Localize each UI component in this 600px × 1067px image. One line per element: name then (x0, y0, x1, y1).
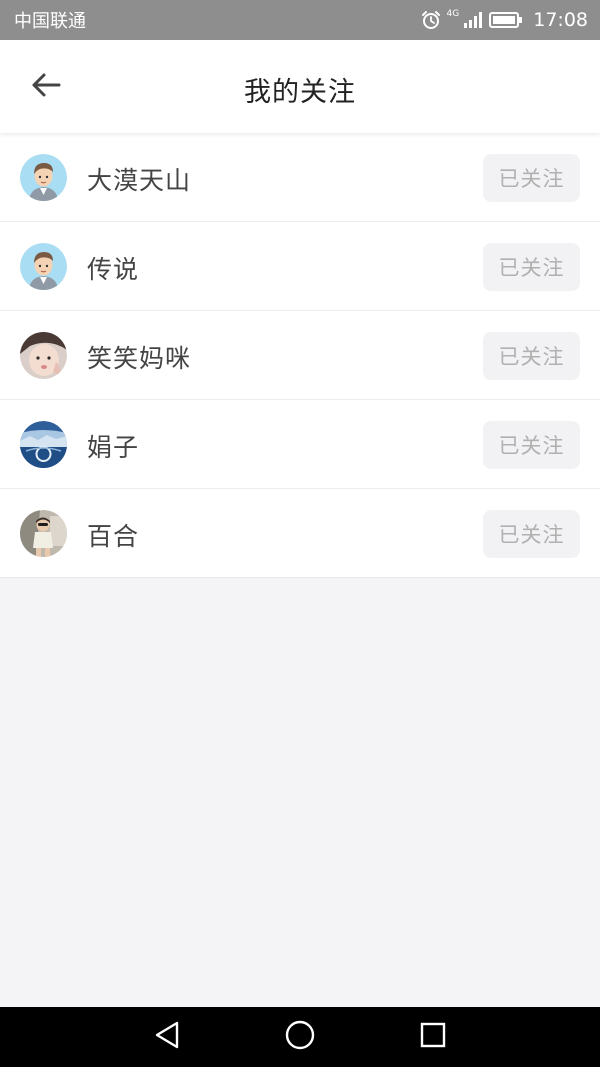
nav-recents-button[interactable] (416, 1021, 450, 1053)
signal-icon (463, 11, 483, 29)
user-name: 百合 (87, 522, 140, 551)
nav-home-button[interactable] (283, 1019, 317, 1055)
list-item[interactable]: 百合 已关注 (0, 489, 600, 578)
following-list: 大漠天山 已关注 传说 已关注 笑笑妈咪 已关注 娟子 已关注 百合 已关注 (0, 133, 600, 578)
clock: 17:08 (533, 9, 588, 31)
status-icons: 4G 17:08 (421, 9, 588, 31)
network-label: 4G (446, 9, 460, 19)
user-name: 娟子 (87, 433, 140, 462)
alarm-icon (421, 10, 441, 30)
child-photo-avatar[interactable] (20, 510, 67, 557)
status-bar: 中国联通 4G 17:08 (0, 0, 600, 40)
cartoon-man-avatar[interactable] (20, 243, 67, 290)
list-item[interactable]: 传说 已关注 (0, 222, 600, 311)
landscape-photo-avatar[interactable] (20, 421, 67, 468)
nav-back-button[interactable] (150, 1021, 184, 1053)
navigation-bar (0, 1007, 600, 1067)
following-button[interactable]: 已关注 (483, 243, 580, 291)
list-item[interactable]: 大漠天山 已关注 (0, 133, 600, 222)
carrier-label: 中国联通 (14, 11, 86, 32)
user-name: 大漠天山 (87, 166, 192, 195)
user-name: 传说 (87, 255, 140, 284)
app-header: 我的关注 (0, 40, 600, 133)
square-recents-icon (419, 1021, 447, 1053)
list-item[interactable]: 娟子 已关注 (0, 400, 600, 489)
triangle-back-icon (153, 1020, 181, 1054)
following-button[interactable]: 已关注 (483, 332, 580, 380)
battery-icon (489, 11, 523, 29)
circle-home-icon (284, 1019, 316, 1055)
following-button[interactable]: 已关注 (483, 510, 580, 558)
following-button[interactable]: 已关注 (483, 421, 580, 469)
following-button[interactable]: 已关注 (483, 154, 580, 202)
cartoon-man-avatar[interactable] (20, 154, 67, 201)
user-name: 笑笑妈咪 (87, 344, 192, 373)
baby-photo-avatar[interactable] (20, 332, 67, 379)
page-title: 我的关注 (244, 77, 356, 108)
list-item[interactable]: 笑笑妈咪 已关注 (0, 311, 600, 400)
